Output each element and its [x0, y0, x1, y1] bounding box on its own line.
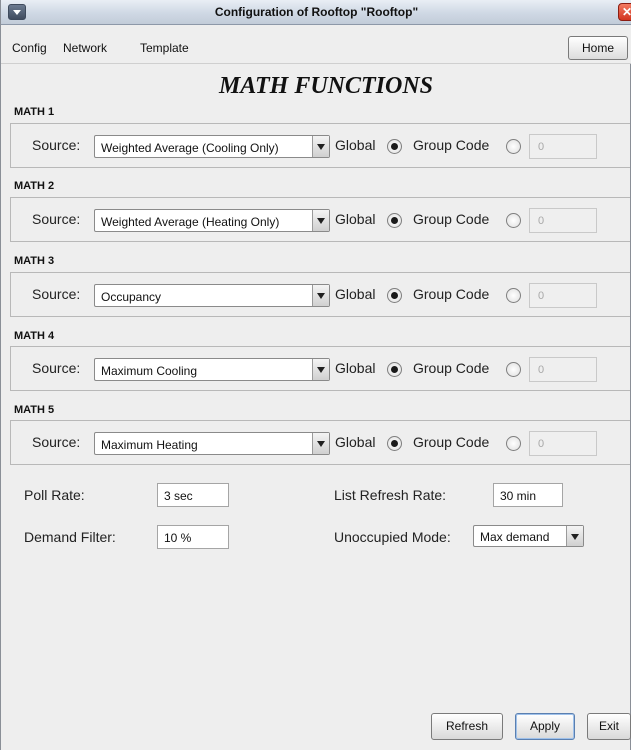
math-4-panel: Source: Maximum Cooling Global Group Cod… [10, 346, 630, 391]
global-label: Global [335, 434, 376, 450]
math-5-global-radio[interactable] [387, 436, 402, 451]
menu-network[interactable]: Network [63, 41, 107, 55]
menu-template[interactable]: Template [140, 41, 189, 55]
refresh-button[interactable]: Refresh [431, 713, 503, 740]
math-4-source-select[interactable]: Maximum Cooling [94, 358, 330, 381]
dropdown-arrow-icon[interactable] [566, 526, 583, 546]
poll-rate-label: Poll Rate: [24, 487, 85, 503]
math-2-group-code-input[interactable]: 0 [529, 208, 597, 233]
math-1-group-code-radio[interactable] [506, 139, 521, 154]
poll-rate-value: 3 sec [164, 489, 193, 503]
group-code-label: Group Code [413, 286, 490, 302]
group-code-value: 0 [538, 364, 545, 376]
exit-button[interactable]: Exit [587, 713, 631, 740]
math-4-label: MATH 4 [14, 330, 55, 342]
math-3-label: MATH 3 [14, 255, 55, 267]
math-2-source-select[interactable]: Weighted Average (Heating Only) [94, 209, 330, 232]
group-code-label: Group Code [413, 434, 490, 450]
combo-value: Weighted Average (Heating Only) [101, 215, 280, 229]
apply-button[interactable]: Apply [515, 713, 575, 740]
math-3-panel: Source: Occupancy Global Group Code 0 [10, 272, 630, 317]
math-4-global-radio[interactable] [387, 362, 402, 377]
math-2-group-code-radio[interactable] [506, 213, 521, 228]
demand-filter-value: 10 % [164, 531, 192, 545]
title-bar: Configuration of Rooftop "Rooftop" ✕ [1, 0, 631, 25]
home-button[interactable]: Home [568, 36, 628, 60]
configuration-window: Configuration of Rooftop "Rooftop" ✕ Con… [0, 0, 631, 750]
combo-value: Maximum Cooling [101, 364, 198, 378]
source-label: Source: [32, 434, 81, 450]
math-5-group-code-radio[interactable] [506, 436, 521, 451]
math-1-source-select[interactable]: Weighted Average (Cooling Only) [94, 135, 330, 158]
math-5-group-code-input[interactable]: 0 [529, 431, 597, 456]
unoccupied-mode-select[interactable]: Max demand [473, 525, 584, 547]
dropdown-arrow-icon[interactable] [312, 359, 329, 380]
combo-value: Weighted Average (Cooling Only) [101, 141, 279, 155]
combo-value: Max demand [480, 530, 550, 544]
unoccupied-mode-label: Unoccupied Mode: [334, 529, 451, 545]
math-3-global-radio[interactable] [387, 288, 402, 303]
demand-filter-label: Demand Filter: [24, 529, 116, 545]
math-4-group-code-radio[interactable] [506, 362, 521, 377]
math-2-label: MATH 2 [14, 180, 55, 192]
group-code-label: Group Code [413, 211, 490, 227]
close-icon[interactable]: ✕ [618, 3, 631, 21]
dropdown-arrow-icon[interactable] [312, 210, 329, 231]
combo-value: Maximum Heating [101, 438, 198, 452]
group-code-label: Group Code [413, 137, 490, 153]
math-1-global-radio[interactable] [387, 139, 402, 154]
global-label: Global [335, 360, 376, 376]
dropdown-arrow-icon[interactable] [312, 285, 329, 306]
math-2-global-radio[interactable] [387, 213, 402, 228]
source-label: Source: [32, 137, 81, 153]
list-refresh-rate-label: List Refresh Rate: [334, 487, 447, 503]
source-label: Source: [32, 211, 81, 227]
math-3-source-select[interactable]: Occupancy [94, 284, 330, 307]
menu-config[interactable]: Config [12, 41, 47, 55]
math-2-panel: Source: Weighted Average (Heating Only) … [10, 197, 630, 242]
group-code-value: 0 [538, 141, 545, 153]
math-5-source-select[interactable]: Maximum Heating [94, 432, 330, 455]
group-code-label: Group Code [413, 360, 490, 376]
global-label: Global [335, 137, 376, 153]
math-3-group-code-input[interactable]: 0 [529, 283, 597, 308]
group-code-value: 0 [538, 438, 545, 450]
list-refresh-rate-input[interactable]: 30 min [493, 483, 563, 507]
source-label: Source: [32, 360, 81, 376]
source-label: Source: [32, 286, 81, 302]
demand-filter-input[interactable]: 10 % [157, 525, 229, 549]
math-5-label: MATH 5 [14, 404, 55, 416]
group-code-value: 0 [538, 215, 545, 227]
math-3-group-code-radio[interactable] [506, 288, 521, 303]
page-title: MATH FUNCTIONS [218, 73, 434, 99]
math-1-group-code-input[interactable]: 0 [529, 134, 597, 159]
global-label: Global [335, 211, 376, 227]
math-4-group-code-input[interactable]: 0 [529, 357, 597, 382]
menu-bar: Config Network Template Home [1, 25, 631, 64]
math-1-label: MATH 1 [14, 106, 55, 118]
dropdown-arrow-icon[interactable] [312, 433, 329, 454]
window-title: Configuration of Rooftop "Rooftop" [214, 5, 419, 19]
math-1-panel: Source: Weighted Average (Cooling Only) … [10, 123, 630, 168]
dropdown-arrow-icon[interactable] [312, 136, 329, 157]
poll-rate-input[interactable]: 3 sec [157, 483, 229, 507]
combo-value: Occupancy [101, 290, 162, 304]
math-5-panel: Source: Maximum Heating Global Group Cod… [10, 420, 630, 465]
group-code-value: 0 [538, 290, 545, 302]
list-refresh-rate-value: 30 min [500, 489, 537, 503]
global-label: Global [335, 286, 376, 302]
